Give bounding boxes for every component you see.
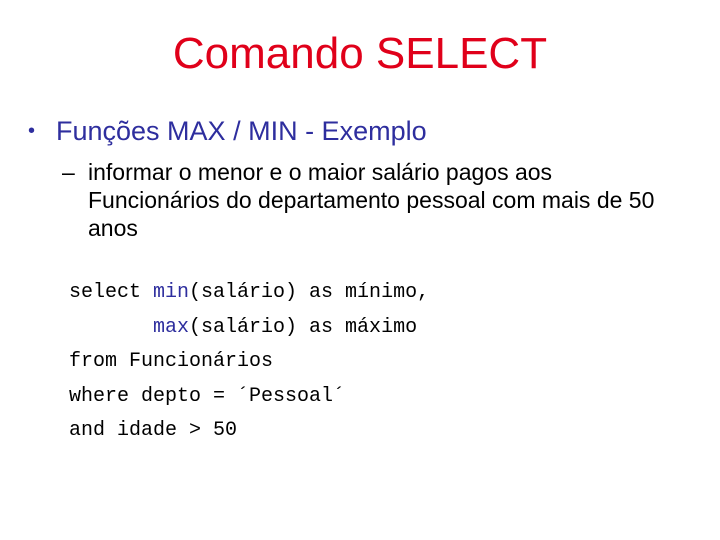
code-line-2: max(salário) as máximo [69, 311, 429, 346]
code-line-4: where depto = ´Pessoal´ [69, 384, 346, 408]
bullet-dot-icon: • [28, 120, 36, 142]
code-keyword: select [69, 281, 154, 304]
slide-title: Comando SELECT [172, 29, 548, 78]
sql-code-block: select min(salário) as mínimo, max(salár… [69, 276, 429, 449]
sub-bullet-dash: – [62, 159, 75, 185]
sub-bullet-text: informar o menor e o maior salário pagos… [88, 159, 655, 241]
code-rest: (salário) as mínimo, [189, 281, 430, 304]
bullet-item: • Funções MAX / MIN - Exemplo [28, 113, 427, 149]
code-function: min [153, 281, 190, 304]
code-line-5: and idade > 50 [69, 419, 238, 442]
code-rest: (salário) as máximo [189, 315, 418, 339]
code-line-3: from Funcionários [69, 350, 274, 373]
code-line-1: select min(salário) as mínimo, [69, 276, 429, 311]
sub-bullet-item: – informar o menor e o maior salário pag… [62, 158, 702, 242]
bullet-text: Funções MAX / MIN - Exemplo [56, 116, 427, 146]
code-function: max [153, 315, 190, 339]
